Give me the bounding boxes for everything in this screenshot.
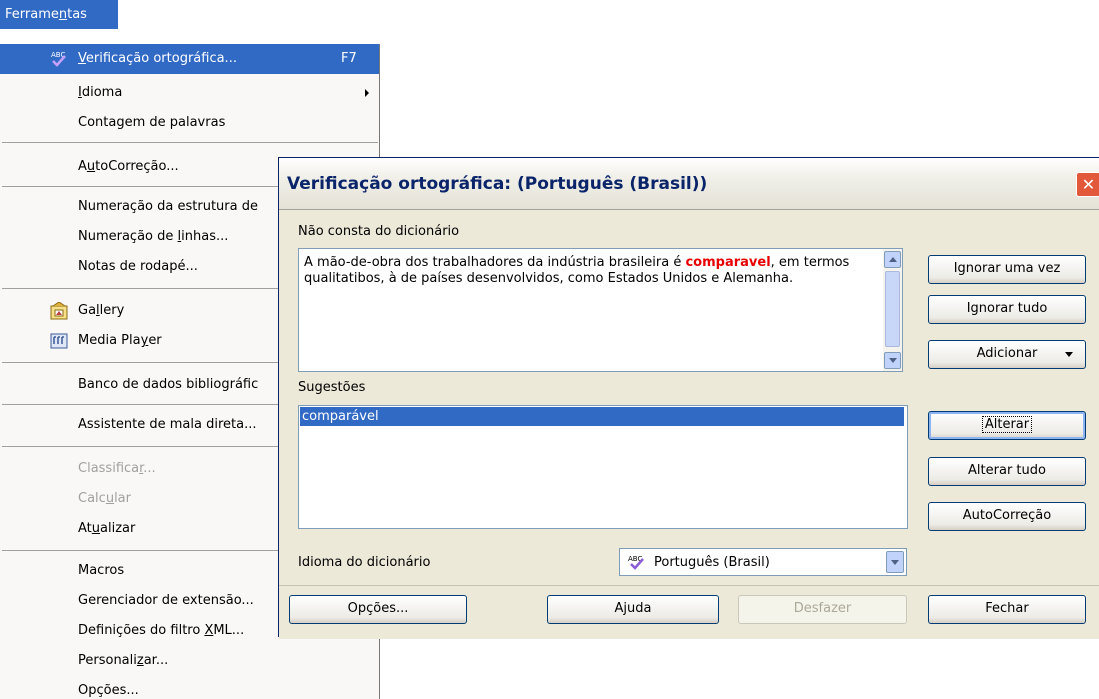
dialog-title: Verificação ortográfica: (Português (Bra… (287, 174, 708, 194)
dictionary-language-select[interactable]: ABC Português (Brasil) (619, 548, 907, 576)
options-button[interactable]: Opções... (289, 595, 467, 624)
menu-item-label: Media Player (78, 333, 162, 348)
change-all-button[interactable]: Alterar tudo (928, 457, 1086, 486)
menu-item-label: Idioma (78, 85, 123, 100)
chevron-down-icon[interactable] (886, 551, 904, 573)
suggestion-item[interactable]: comparável (300, 407, 904, 426)
menu-item-label: Personalizar... (78, 653, 169, 668)
ignore-once-button[interactable]: Ignorar uma vez (928, 255, 1086, 284)
sentence-textbox[interactable]: A mão-de-obra dos trabalhadores da indús… (298, 248, 903, 372)
spellcheck-icon: ABC (50, 50, 68, 68)
menu-item-accelerator: F7 (341, 51, 357, 66)
menu-ferramentas[interactable]: Ferramentas (0, 0, 118, 29)
menu-item-label: Verificação ortográfica... (78, 51, 237, 66)
menu-item-label: Opções... (78, 683, 139, 698)
menu-item-label: Banco de dados bibliográfic (78, 377, 259, 392)
menu-item-label: Classificar... (78, 461, 156, 476)
gallery-icon (50, 301, 68, 320)
chevron-down-icon (1065, 352, 1073, 357)
menu-item-label: Numeração da estrutura de (78, 199, 258, 214)
menu-item-label: Notas de rodapé... (78, 259, 198, 274)
menu-item-label: AutoCorreção... (78, 159, 179, 174)
menu-item-label: Atualizar (78, 521, 136, 536)
submenu-arrow-icon (365, 89, 369, 97)
media-player-icon (50, 332, 68, 350)
dialog-titlebar[interactable]: Verificação ortográfica: (Português (Bra… (279, 158, 1099, 210)
menu-item-label: Calcular (78, 491, 131, 506)
menu-item-label: Contagem de palavras (78, 115, 226, 130)
close-button[interactable]: Fechar (928, 595, 1086, 624)
misspelled-word: comparavel (685, 255, 771, 270)
dictionary-language-label: Idioma do dicionário (298, 555, 431, 570)
menu-item-label: Definições do filtro XML... (78, 623, 245, 638)
add-button-label: Adicionar (976, 346, 1038, 361)
autocorrect-button[interactable]: AutoCorreção (928, 502, 1086, 531)
scroll-up-icon[interactable] (884, 251, 901, 268)
menu-item-label: Assistente de mala direta... (78, 417, 257, 432)
menu-item-word-count[interactable]: Contagem de palavras (0, 108, 379, 138)
suggestions-list[interactable]: comparável (298, 405, 908, 529)
menu-separator (2, 142, 378, 143)
scroll-down-icon[interactable] (884, 352, 901, 369)
close-icon[interactable]: ✕ (1076, 172, 1099, 197)
change-button-label: Alterar (981, 416, 1033, 433)
menu-item-label: Numeração de linhas... (78, 229, 229, 244)
menu-item-label: Gallery (78, 303, 125, 318)
spellcheck-icon: ABC (628, 554, 650, 574)
menu-item-customize[interactable]: Personalizar... (0, 646, 379, 676)
menu-item-spellcheck[interactable]: ABC Verificação ortográfica... F7 (0, 44, 379, 74)
dictionary-language-value: Português (Brasil) (654, 555, 770, 570)
undo-button[interactable]: Desfazer (738, 595, 907, 624)
menu-item-label: Gerenciador de extensão... (78, 593, 254, 608)
add-button[interactable]: Adicionar (928, 340, 1086, 369)
menu-title-part: tas (67, 7, 87, 22)
help-button[interactable]: Ajuda (547, 595, 719, 624)
change-button[interactable]: Alterar (928, 411, 1086, 440)
menu-title-mnemonic: n (58, 7, 68, 22)
menu-item-label: Macros (78, 563, 125, 578)
menu-title-part: Ferrame (5, 7, 59, 22)
scroll-thumb[interactable] (885, 271, 900, 347)
ignore-all-button[interactable]: Ignorar tudo (928, 295, 1086, 324)
menu-item-idioma[interactable]: Idioma (0, 78, 379, 108)
dialog-button-bar: Opções... Ajuda Desfazer Fechar (279, 585, 1099, 639)
suggestions-label: Sugestões (298, 380, 366, 395)
not-in-dictionary-label: Não consta do dicionário (298, 224, 460, 239)
spellcheck-dialog: Verificação ortográfica: (Português (Bra… (278, 157, 1099, 639)
menu-item-options[interactable]: Opções... (0, 676, 379, 699)
sentence-scrollbar[interactable] (883, 249, 902, 371)
sentence-text: A mão-de-obra dos trabalhadores da indús… (304, 255, 850, 286)
